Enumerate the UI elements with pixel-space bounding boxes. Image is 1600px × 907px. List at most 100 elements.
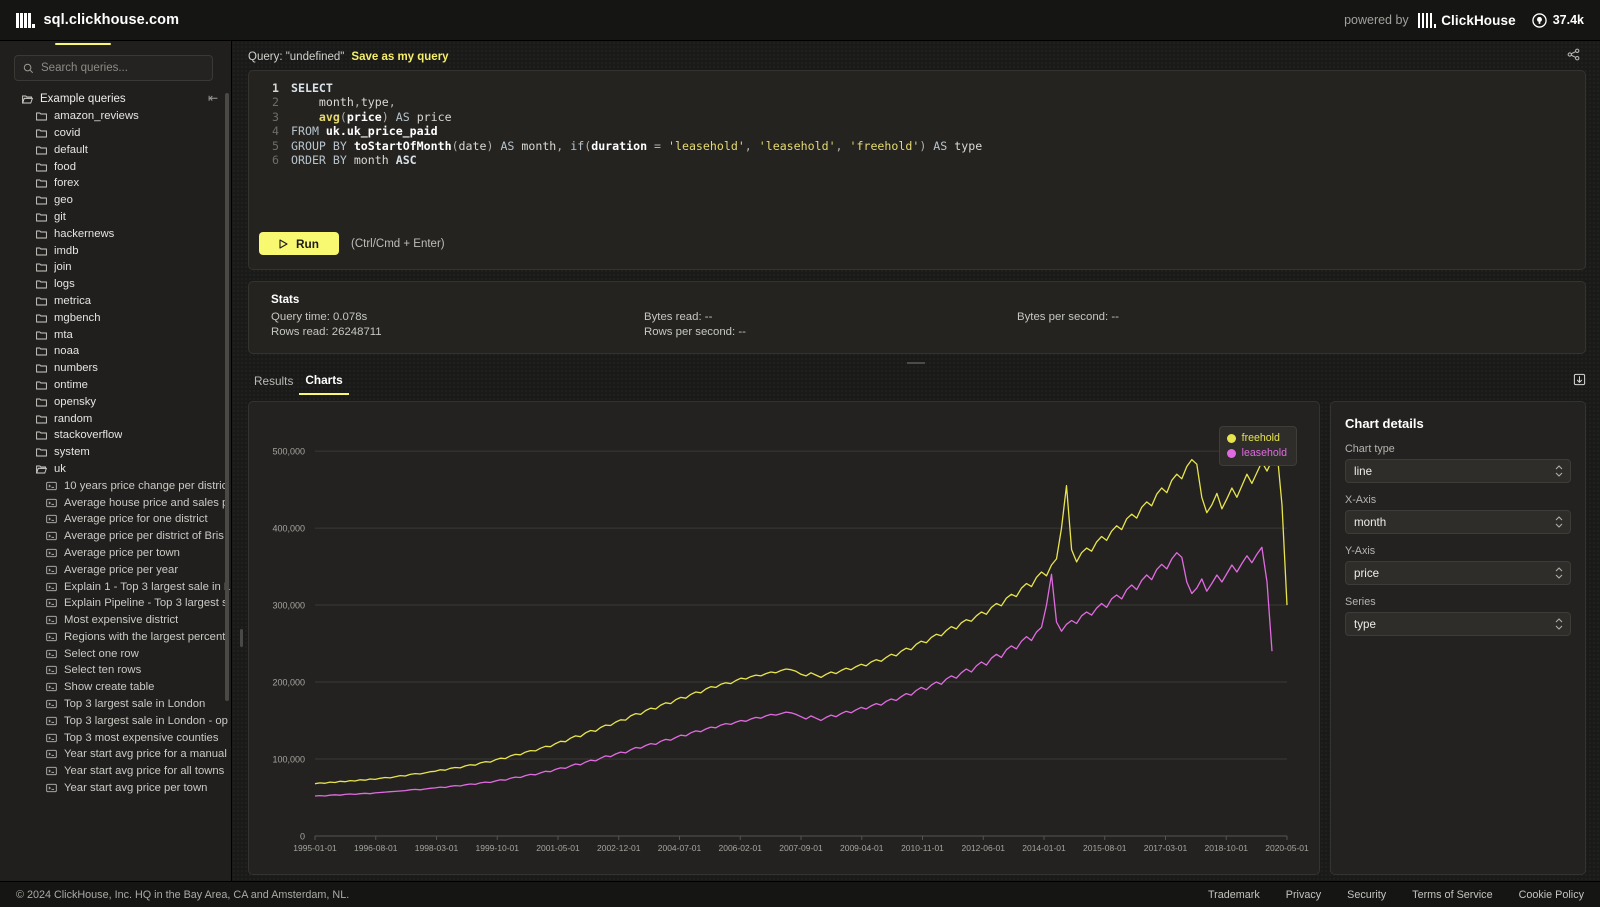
sql-editor[interactable]: 1 SELECT 2 month,type, 3 avg(price) AS pr… bbox=[248, 70, 1586, 270]
tree-query-item[interactable]: Year start avg price per town bbox=[0, 780, 231, 797]
pane-splitter[interactable] bbox=[232, 354, 1600, 372]
folder-icon bbox=[36, 347, 47, 356]
footer-link-terms-of-service[interactable]: Terms of Service bbox=[1412, 889, 1492, 901]
github-stars[interactable]: 37.4k bbox=[1532, 12, 1584, 28]
legend-item-freehold[interactable]: freehold bbox=[1226, 432, 1287, 444]
tree-database-numbers[interactable]: numbers bbox=[0, 360, 231, 377]
stats-column: Query time: 0.078s Rows read: 26248711 bbox=[271, 310, 644, 340]
series-select[interactable]: type bbox=[1345, 612, 1571, 636]
tree-root-example-queries[interactable]: Example queries bbox=[0, 91, 231, 108]
tree-query-item[interactable]: Average price per year bbox=[0, 561, 231, 578]
tree-database-ontime[interactable]: ontime bbox=[0, 377, 231, 394]
footer-link-privacy[interactable]: Privacy bbox=[1286, 889, 1321, 901]
splitter-grip[interactable] bbox=[907, 362, 925, 364]
line-number: 6 bbox=[272, 153, 279, 168]
save-as-my-query-link[interactable]: Save as my query bbox=[351, 51, 448, 63]
footer-link-security[interactable]: Security bbox=[1347, 889, 1386, 901]
tree-database-logs[interactable]: logs bbox=[0, 276, 231, 293]
tab-charts[interactable]: Charts bbox=[299, 373, 349, 395]
folder-icon bbox=[36, 314, 47, 323]
chart-type-select[interactable]: line bbox=[1345, 459, 1571, 483]
horizontal-drag-handle[interactable] bbox=[240, 628, 243, 647]
tree-query-item[interactable]: Most expensive district bbox=[0, 612, 231, 629]
tree-database-random[interactable]: random bbox=[0, 410, 231, 427]
tree-query-item[interactable]: Select one row bbox=[0, 645, 231, 662]
export-icon[interactable] bbox=[1573, 373, 1586, 395]
tree-node-label: Top 3 largest sale in London bbox=[64, 698, 206, 711]
share-icon[interactable] bbox=[1567, 48, 1580, 66]
search-input[interactable] bbox=[41, 62, 204, 74]
stat-rows-read: Rows read: 26248711 bbox=[271, 326, 382, 338]
clickhouse-brand[interactable]: ClickHouse bbox=[1417, 12, 1516, 28]
tree-database-noaa[interactable]: noaa bbox=[0, 343, 231, 360]
tree-query-item[interactable]: Average price per town bbox=[0, 545, 231, 562]
tree-query-item[interactable]: Top 3 most expensive counties bbox=[0, 729, 231, 746]
tree-database-join[interactable]: join bbox=[0, 259, 231, 276]
code-line: 4 FROM uk.uk_price_paid bbox=[249, 124, 1585, 138]
y-axis-select[interactable]: price bbox=[1345, 561, 1571, 585]
tree-node-label: default bbox=[54, 143, 88, 156]
tree-database-default[interactable]: default bbox=[0, 141, 231, 158]
tree-node-label: Explain 1 - Top 3 largest sale in L bbox=[64, 580, 231, 593]
sidebar-scrollbar[interactable] bbox=[225, 93, 229, 701]
tree-database-opensky[interactable]: opensky bbox=[0, 393, 231, 410]
tree-query-item[interactable]: Average house price and sales p bbox=[0, 494, 231, 511]
x-axis-tick-label: 2006-02-01 bbox=[719, 843, 763, 853]
tree-database-mta[interactable]: mta bbox=[0, 326, 231, 343]
query-icon bbox=[46, 666, 57, 675]
tree-database-covid[interactable]: covid bbox=[0, 125, 231, 142]
tree-query-item[interactable]: Regions with the largest percent bbox=[0, 629, 231, 646]
tree-database-food[interactable]: food bbox=[0, 158, 231, 175]
tree-query-item[interactable]: Explain 1 - Top 3 largest sale in L bbox=[0, 578, 231, 595]
tab-results[interactable]: Results bbox=[248, 374, 299, 394]
tree-database-forex[interactable]: forex bbox=[0, 175, 231, 192]
footer-link-trademark[interactable]: Trademark bbox=[1208, 889, 1260, 901]
tree-query-item[interactable]: 10 years price change per distric bbox=[0, 477, 231, 494]
tree-database-system[interactable]: system bbox=[0, 444, 231, 461]
tree-database-mgbench[interactable]: mgbench bbox=[0, 309, 231, 326]
tree-query-item[interactable]: Average price per district of Bris bbox=[0, 528, 231, 545]
tree-database-amazon_reviews[interactable]: amazon_reviews bbox=[0, 108, 231, 125]
sql-code[interactable]: 1 SELECT 2 month,type, 3 avg(price) AS pr… bbox=[249, 81, 1585, 167]
run-button[interactable]: Run bbox=[259, 232, 339, 255]
footer-link-cookie-policy[interactable]: Cookie Policy bbox=[1519, 889, 1584, 901]
tree-query-item[interactable]: Top 3 largest sale in London bbox=[0, 696, 231, 713]
series-label: Series bbox=[1345, 596, 1376, 608]
search-queries-box[interactable] bbox=[14, 55, 213, 81]
tree-database-metrica[interactable]: metrica bbox=[0, 293, 231, 310]
tree-query-item[interactable]: Year start avg price for a manual bbox=[0, 746, 231, 763]
tree-database-imdb[interactable]: imdb bbox=[0, 242, 231, 259]
tree-database-git[interactable]: git bbox=[0, 209, 231, 226]
tree-database-uk[interactable]: uk bbox=[0, 461, 231, 478]
tree-query-item[interactable]: Top 3 largest sale in London - op bbox=[0, 712, 231, 729]
clickhouse-logo-icon bbox=[1417, 12, 1437, 28]
tree-query-item[interactable]: Average price for one district bbox=[0, 511, 231, 528]
folder-icon bbox=[36, 364, 47, 373]
tree-node-label: system bbox=[54, 446, 90, 459]
query-icon bbox=[46, 767, 57, 776]
x-axis-value: month bbox=[1354, 515, 1387, 529]
folder-icon bbox=[36, 331, 47, 340]
query-icon bbox=[46, 632, 57, 642]
clickhouse-logo-icon bbox=[16, 12, 35, 28]
tree-node-label: Most expensive district bbox=[64, 614, 179, 627]
legend-color-swatch bbox=[1226, 433, 1236, 443]
tree-query-item[interactable]: Year start avg price for all towns bbox=[0, 763, 231, 780]
stat-rows-per-second: Rows per second: -- bbox=[644, 326, 746, 338]
tree-database-geo[interactable]: geo bbox=[0, 192, 231, 209]
x-axis-tick-label: 2002-12-01 bbox=[597, 843, 641, 853]
chevron-updown-icon bbox=[1555, 567, 1563, 579]
x-axis-select[interactable]: month bbox=[1345, 510, 1571, 534]
folder-icon bbox=[36, 247, 47, 256]
stat-bytes-read: Bytes read: -- bbox=[644, 311, 713, 323]
run-shortcut-hint: (Ctrl/Cmd + Enter) bbox=[351, 237, 445, 250]
tree-query-item[interactable]: Explain Pipeline - Top 3 largest s bbox=[0, 595, 231, 612]
tree-query-item[interactable]: Select ten rows bbox=[0, 662, 231, 679]
x-axis-label: X-Axis bbox=[1345, 494, 1377, 506]
clickhouse-brand-name: ClickHouse bbox=[1441, 12, 1516, 28]
tree-database-stackoverflow[interactable]: stackoverflow bbox=[0, 427, 231, 444]
tree-query-item[interactable]: Show create table bbox=[0, 679, 231, 696]
x-axis-tick-label: 1999-10-01 bbox=[476, 843, 520, 853]
legend-item-leasehold[interactable]: leasehold bbox=[1226, 447, 1287, 459]
tree-database-hackernews[interactable]: hackernews bbox=[0, 225, 231, 242]
